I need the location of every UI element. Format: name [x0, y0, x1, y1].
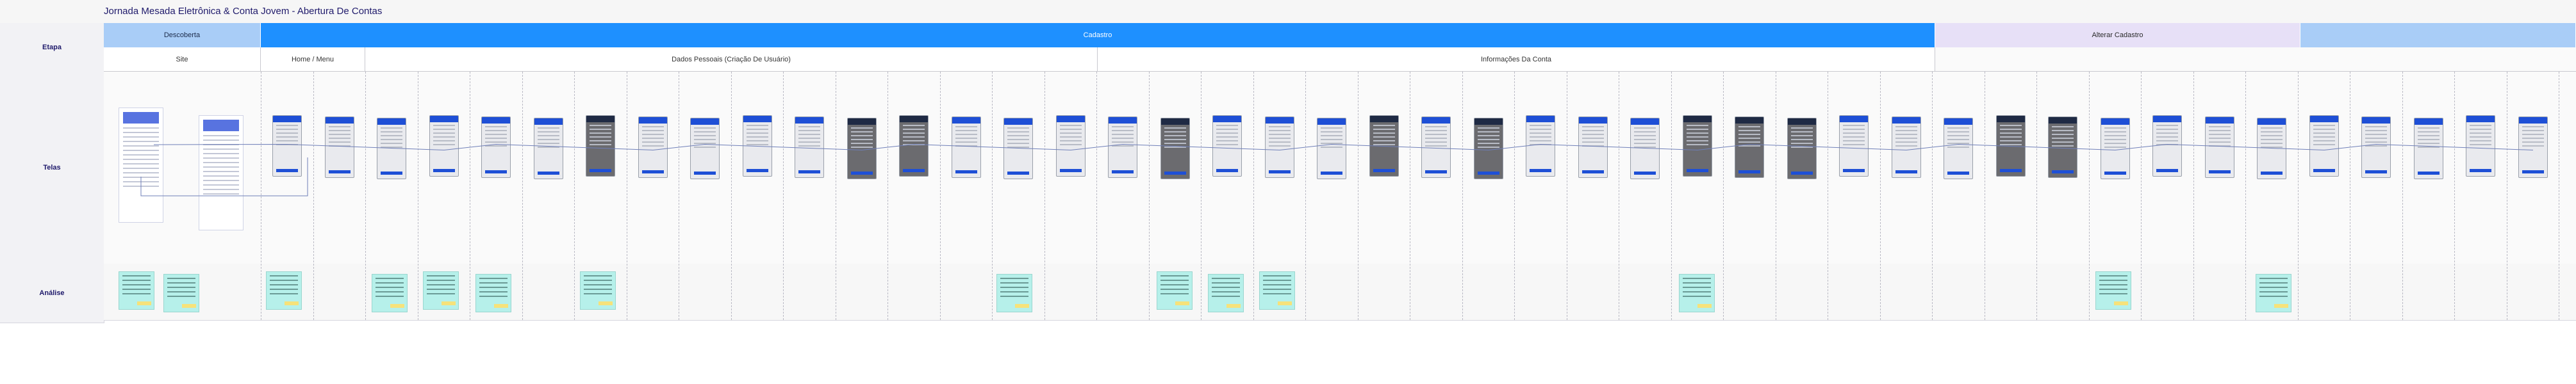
- journey-board: Etapa Telas Análise Descoberta Cadastro …: [0, 23, 2576, 323]
- flow-connectors: [140, 143, 2534, 196]
- flow-line: [153, 143, 2534, 151]
- board-title: Jornada Mesada Eletrônica & Conta Jovem …: [104, 6, 383, 17]
- title-bar: Jornada Mesada Eletrônica & Conta Jovem …: [0, 0, 2576, 24]
- flow-loop-line: [140, 157, 308, 196]
